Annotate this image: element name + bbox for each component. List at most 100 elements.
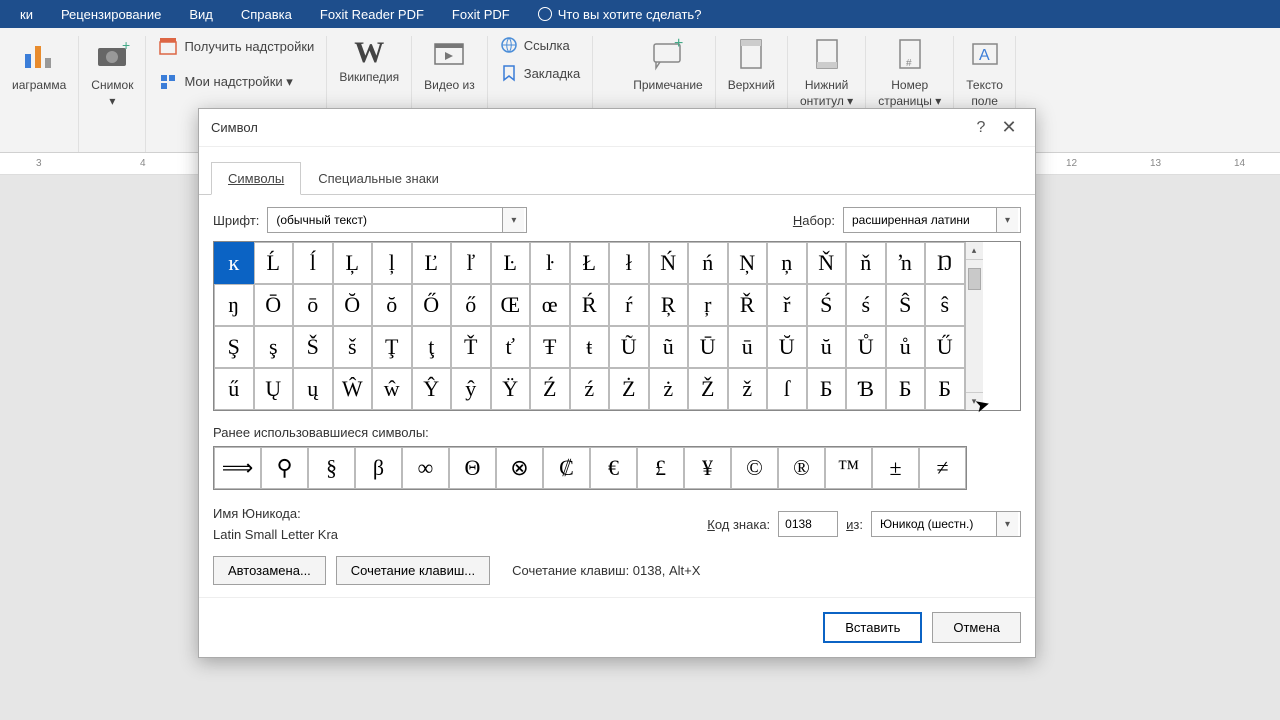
char-cell[interactable]: ŋ xyxy=(214,284,254,326)
char-cell[interactable]: Ŀ xyxy=(491,242,531,284)
char-cell[interactable]: ŀ xyxy=(530,242,570,284)
recent-cell[interactable]: ₡ xyxy=(543,447,590,489)
char-cell[interactable]: ŝ xyxy=(925,284,965,326)
char-cell[interactable]: Ŭ xyxy=(767,326,807,368)
tab-special[interactable]: Специальные знаки xyxy=(301,162,456,195)
char-cell[interactable]: Ś xyxy=(807,284,847,326)
menu-item[interactable]: Рецензирование xyxy=(61,7,161,22)
char-cell[interactable]: ō xyxy=(293,284,333,326)
char-cell[interactable]: ź xyxy=(570,368,610,410)
insert-button[interactable]: Вставить xyxy=(823,612,922,643)
char-cell[interactable]: ť xyxy=(491,326,531,368)
autocorrect-button[interactable]: Автозамена... xyxy=(213,556,326,585)
scroll-up-button[interactable]: ▴ xyxy=(966,242,983,260)
char-cell[interactable]: ŕ xyxy=(609,284,649,326)
char-cell[interactable]: ž xyxy=(728,368,768,410)
char-cell[interactable]: ļ xyxy=(372,242,412,284)
chevron-down-icon[interactable]: ▾ xyxy=(996,208,1018,232)
char-cell[interactable]: ŵ xyxy=(372,368,412,410)
char-cell[interactable]: ū xyxy=(728,326,768,368)
recent-cell[interactable]: ⊗ xyxy=(496,447,543,489)
char-cell[interactable]: ś xyxy=(846,284,886,326)
char-cell[interactable]: Ż xyxy=(609,368,649,410)
char-cell[interactable]: Ƃ xyxy=(807,368,847,410)
char-cell[interactable]: Ő xyxy=(412,284,452,326)
char-cell[interactable]: Ń xyxy=(649,242,689,284)
menu-item[interactable]: Вид xyxy=(189,7,213,22)
char-cell[interactable]: Ņ xyxy=(728,242,768,284)
recent-cell[interactable]: ≠ xyxy=(919,447,966,489)
char-cell[interactable]: ů xyxy=(886,326,926,368)
chevron-down-icon[interactable]: ▾ xyxy=(996,512,1018,536)
recent-cell[interactable]: ™ xyxy=(825,447,872,489)
char-cell[interactable]: Ľ xyxy=(412,242,452,284)
char-cell[interactable]: ş xyxy=(254,326,294,368)
chevron-down-icon[interactable]: ▾ xyxy=(502,208,524,232)
code-input[interactable] xyxy=(778,511,838,537)
char-cell[interactable]: Б xyxy=(886,368,926,410)
help-button[interactable]: ? xyxy=(967,114,995,142)
menu-item[interactable]: ки xyxy=(20,7,33,22)
char-cell[interactable]: ń xyxy=(688,242,728,284)
char-cell[interactable]: Ŵ xyxy=(333,368,373,410)
char-cell[interactable]: ĸ xyxy=(214,242,254,284)
recent-cell[interactable]: ± xyxy=(872,447,919,489)
char-cell[interactable]: Ĺ xyxy=(254,242,294,284)
char-cell[interactable]: ņ xyxy=(767,242,807,284)
shortcut-button[interactable]: Сочетание клавиш... xyxy=(336,556,490,585)
char-cell[interactable]: ň xyxy=(846,242,886,284)
char-cell[interactable]: Ŷ xyxy=(412,368,452,410)
char-cell[interactable]: Ļ xyxy=(333,242,373,284)
char-cell[interactable]: Ŧ xyxy=(530,326,570,368)
char-cell[interactable]: Ř xyxy=(728,284,768,326)
char-cell[interactable]: Ƃ xyxy=(925,368,965,410)
recent-cell[interactable]: ® xyxy=(778,447,825,489)
recent-cell[interactable]: ⟹ xyxy=(214,447,261,489)
char-cell[interactable]: Ł xyxy=(570,242,610,284)
from-input[interactable] xyxy=(872,512,996,536)
close-button[interactable]: ✕ xyxy=(995,114,1023,142)
recent-cell[interactable]: ∞ xyxy=(402,447,449,489)
get-addins-button[interactable]: Получить надстройки xyxy=(158,36,314,56)
scroll-thumb[interactable] xyxy=(968,268,981,290)
ribbon-group-chart[interactable]: иаграмма xyxy=(0,36,79,152)
char-cell[interactable]: ż xyxy=(649,368,689,410)
char-cell[interactable]: Œ xyxy=(491,284,531,326)
char-cell[interactable]: š xyxy=(333,326,373,368)
tab-symbols[interactable]: Символы xyxy=(211,162,301,195)
recent-cell[interactable]: ⚲ xyxy=(261,447,308,489)
char-cell[interactable]: ŗ xyxy=(688,284,728,326)
recent-cell[interactable]: © xyxy=(731,447,778,489)
char-cell[interactable]: ű xyxy=(214,368,254,410)
from-combo[interactable]: ▾ xyxy=(871,511,1021,537)
cancel-button[interactable]: Отмена xyxy=(932,612,1021,643)
char-cell[interactable]: Ŗ xyxy=(649,284,689,326)
char-cell[interactable]: ſ xyxy=(767,368,807,410)
ribbon-group-snapshot[interactable]: + Снимок▾ xyxy=(79,36,146,152)
scroll-track[interactable] xyxy=(966,260,983,392)
char-cell[interactable]: Ŋ xyxy=(925,242,965,284)
menu-item[interactable]: Foxit PDF xyxy=(452,7,510,22)
recent-cell[interactable]: Θ xyxy=(449,447,496,489)
char-cell[interactable]: Ŏ xyxy=(333,284,373,326)
char-cell[interactable]: ľ xyxy=(451,242,491,284)
recent-cell[interactable]: ¥ xyxy=(684,447,731,489)
font-combo[interactable]: ▾ xyxy=(267,207,527,233)
recent-cell[interactable]: β xyxy=(355,447,402,489)
char-cell[interactable]: Ţ xyxy=(372,326,412,368)
char-cell[interactable]: Ň xyxy=(807,242,847,284)
char-cell[interactable]: ų xyxy=(293,368,333,410)
char-cell[interactable]: ţ xyxy=(412,326,452,368)
char-cell[interactable]: Ů xyxy=(846,326,886,368)
char-cell[interactable]: Ũ xyxy=(609,326,649,368)
recent-cell[interactable]: § xyxy=(308,447,355,489)
char-cell[interactable]: ŷ xyxy=(451,368,491,410)
recent-cell[interactable]: € xyxy=(590,447,637,489)
char-cell[interactable]: Ź xyxy=(530,368,570,410)
scroll-down-button[interactable]: ▾ xyxy=(966,392,983,410)
char-cell[interactable]: Ŝ xyxy=(886,284,926,326)
char-cell[interactable]: Ū xyxy=(688,326,728,368)
char-cell[interactable]: ő xyxy=(451,284,491,326)
char-cell[interactable]: Ť xyxy=(451,326,491,368)
char-cell[interactable]: Ŕ xyxy=(570,284,610,326)
